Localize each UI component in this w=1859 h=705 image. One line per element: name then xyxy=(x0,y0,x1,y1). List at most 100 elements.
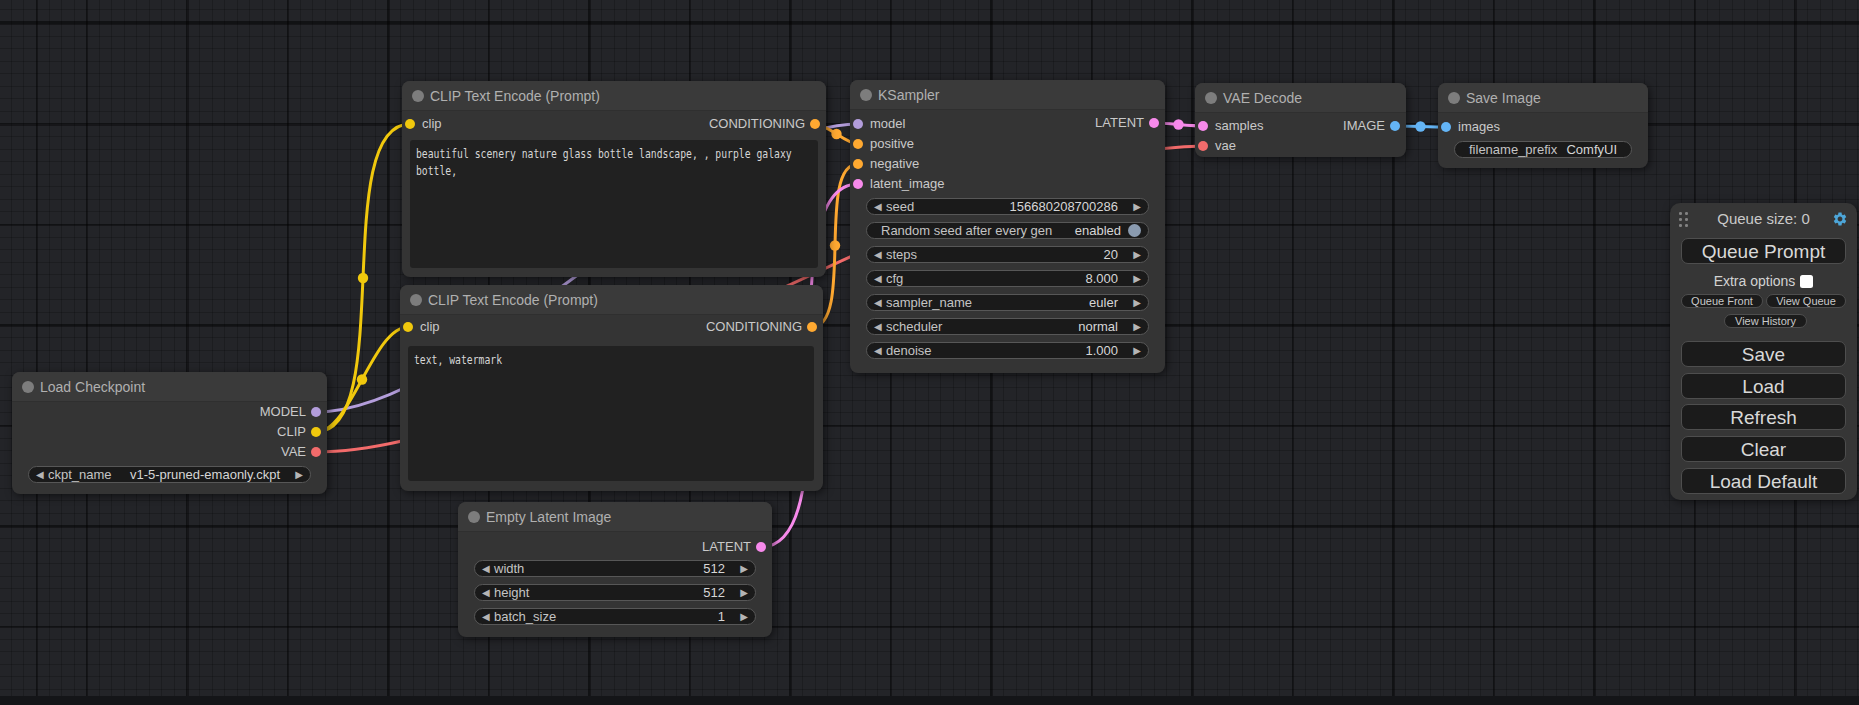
increment-arrow-icon[interactable]: ▶ xyxy=(740,585,748,600)
collapse-dot-icon[interactable] xyxy=(1205,92,1217,104)
slot-label: latent_image xyxy=(870,176,944,192)
load-default-button[interactable]: Load Default xyxy=(1681,468,1846,494)
collapse-dot-icon[interactable] xyxy=(410,294,422,306)
queue-prompt-button[interactable]: Queue Prompt xyxy=(1681,238,1846,264)
input-clip-slot[interactable] xyxy=(405,119,415,129)
widget-scheduler[interactable]: ◀▶schedulernormal xyxy=(866,318,1149,335)
decrement-arrow-icon[interactable]: ◀ xyxy=(874,247,882,262)
widget-random-seed-after-every-gen[interactable]: Random seed after every genenabled xyxy=(866,222,1149,239)
slot-label: clip xyxy=(420,319,440,335)
widget-label: batch_size xyxy=(494,609,556,624)
input-vae-slot[interactable] xyxy=(1198,141,1208,151)
collapse-dot-icon[interactable] xyxy=(860,89,872,101)
increment-arrow-icon[interactable]: ▶ xyxy=(1133,319,1141,334)
decrement-arrow-icon[interactable]: ◀ xyxy=(874,199,882,214)
increment-arrow-icon[interactable]: ▶ xyxy=(1133,247,1141,262)
panel-drag-handle[interactable] xyxy=(1679,212,1689,227)
output-vae-slot[interactable] xyxy=(311,447,321,457)
node-ksampler[interactable]: KSamplermodelpositivenegativelatent_imag… xyxy=(850,80,1165,373)
node-empty-latent-image[interactable]: Empty Latent ImageLATENT◀▶width512◀▶heig… xyxy=(458,502,772,637)
node-clip-text-encode-negative[interactable]: CLIP Text Encode (Prompt)clipCONDITIONIN… xyxy=(400,285,823,491)
widget-height[interactable]: ◀▶height512 xyxy=(474,584,756,601)
input-positive-slot[interactable] xyxy=(853,139,863,149)
decrement-arrow-icon[interactable]: ◀ xyxy=(874,295,882,310)
bottom-bar xyxy=(0,696,1859,705)
load-button[interactable]: Load xyxy=(1681,373,1846,399)
extra-options-checkbox[interactable] xyxy=(1800,275,1813,288)
view-history-button[interactable]: View History xyxy=(1724,314,1807,328)
decrement-arrow-icon[interactable]: ◀ xyxy=(36,467,44,482)
input-model-slot[interactable] xyxy=(853,119,863,129)
node-vae-decode[interactable]: VAE DecodesamplesvaeIMAGE xyxy=(1195,83,1406,157)
widget-filename-prefix[interactable]: filename_prefixComfyUI xyxy=(1454,141,1632,158)
widget-value: ComfyUI xyxy=(1566,142,1617,157)
widget-label: height xyxy=(494,585,529,600)
node-title: VAE Decode xyxy=(1195,83,1406,113)
input-negative-slot[interactable] xyxy=(853,159,863,169)
decrement-arrow-icon[interactable]: ◀ xyxy=(482,609,490,624)
widget-value: enabled xyxy=(1075,223,1121,238)
widget-sampler-name[interactable]: ◀▶sampler_nameeuler xyxy=(866,294,1149,311)
prompt-textarea[interactable]: text, watermark xyxy=(408,346,814,481)
decrement-arrow-icon[interactable]: ◀ xyxy=(482,585,490,600)
widget-label: cfg xyxy=(886,271,903,286)
output-conditioning-slot[interactable] xyxy=(810,119,820,129)
slot-label: clip xyxy=(422,116,442,132)
output-latent-slot[interactable] xyxy=(756,542,766,552)
refresh-button[interactable]: Refresh xyxy=(1681,404,1846,430)
widget-width[interactable]: ◀▶width512 xyxy=(474,560,756,577)
widget-label: ckpt_name xyxy=(48,467,112,482)
node-title: Save Image xyxy=(1438,83,1648,113)
widget-ckpt-name[interactable]: ◀ ▶ ckpt_name v1-5-pruned-emaonly.ckpt xyxy=(28,466,311,483)
save-button[interactable]: Save xyxy=(1681,341,1846,367)
slot-label: LATENT xyxy=(1095,115,1144,131)
view-queue-button[interactable]: View Queue xyxy=(1766,294,1846,308)
node-save-image[interactable]: Save Imageimagesfilename_prefixComfyUI xyxy=(1438,83,1648,168)
widget-label: width xyxy=(494,561,524,576)
extra-options-row: Extra options xyxy=(1670,273,1857,289)
prompt-textarea[interactable]: beautiful scenery nature glass bottle la… xyxy=(410,140,818,268)
clear-button[interactable]: Clear xyxy=(1681,436,1846,462)
widget-cfg[interactable]: ◀▶cfg8.000 xyxy=(866,270,1149,287)
decrement-arrow-icon[interactable]: ◀ xyxy=(482,561,490,576)
input-clip-slot[interactable] xyxy=(403,322,413,332)
node-title: KSampler xyxy=(850,80,1165,110)
increment-arrow-icon[interactable]: ▶ xyxy=(1133,271,1141,286)
output-conditioning-slot[interactable] xyxy=(807,322,817,332)
increment-arrow-icon[interactable]: ▶ xyxy=(1133,343,1141,358)
output-clip-slot[interactable] xyxy=(311,427,321,437)
decrement-arrow-icon[interactable]: ◀ xyxy=(874,343,882,358)
widget-batch-size[interactable]: ◀▶batch_size1 xyxy=(474,608,756,625)
settings-gear-icon[interactable] xyxy=(1832,211,1848,227)
increment-arrow-icon[interactable]: ▶ xyxy=(1133,199,1141,214)
widget-denoise[interactable]: ◀▶denoise1.000 xyxy=(866,342,1149,359)
widget-value: v1-5-pruned-emaonly.ckpt xyxy=(130,467,280,482)
slot-label: IMAGE xyxy=(1343,118,1385,134)
collapse-dot-icon[interactable] xyxy=(1448,92,1460,104)
slot-label: CLIP xyxy=(277,424,306,440)
increment-arrow-icon[interactable]: ▶ xyxy=(1133,295,1141,310)
output-image-slot[interactable] xyxy=(1390,121,1400,131)
output-model-slot[interactable] xyxy=(311,407,321,417)
queue-front-button[interactable]: Queue Front xyxy=(1681,294,1763,308)
widget-steps[interactable]: ◀▶steps20 xyxy=(866,246,1149,263)
input-images-slot[interactable] xyxy=(1441,122,1451,132)
widget-value: 1.000 xyxy=(1085,343,1118,358)
slot-label: MODEL xyxy=(260,404,306,420)
increment-arrow-icon[interactable]: ▶ xyxy=(740,609,748,624)
toggle-knob-icon[interactable] xyxy=(1128,224,1141,237)
decrement-arrow-icon[interactable]: ◀ xyxy=(874,319,882,334)
collapse-dot-icon[interactable] xyxy=(468,511,480,523)
widget-label: sampler_name xyxy=(886,295,972,310)
widget-seed[interactable]: ◀▶seed156680208700286 xyxy=(866,198,1149,215)
increment-arrow-icon[interactable]: ▶ xyxy=(740,561,748,576)
collapse-dot-icon[interactable] xyxy=(22,381,34,393)
collapse-dot-icon[interactable] xyxy=(412,90,424,102)
decrement-arrow-icon[interactable]: ◀ xyxy=(874,271,882,286)
input-latent_image-slot[interactable] xyxy=(853,179,863,189)
node-load-checkpoint[interactable]: Load CheckpointMODELCLIPVAE◀▶ckpt_namev1… xyxy=(12,372,327,494)
output-latent-slot[interactable] xyxy=(1149,118,1159,128)
node-clip-text-encode-positive[interactable]: CLIP Text Encode (Prompt)clipCONDITIONIN… xyxy=(402,81,826,277)
input-samples-slot[interactable] xyxy=(1198,121,1208,131)
increment-arrow-icon[interactable]: ▶ xyxy=(295,467,303,482)
